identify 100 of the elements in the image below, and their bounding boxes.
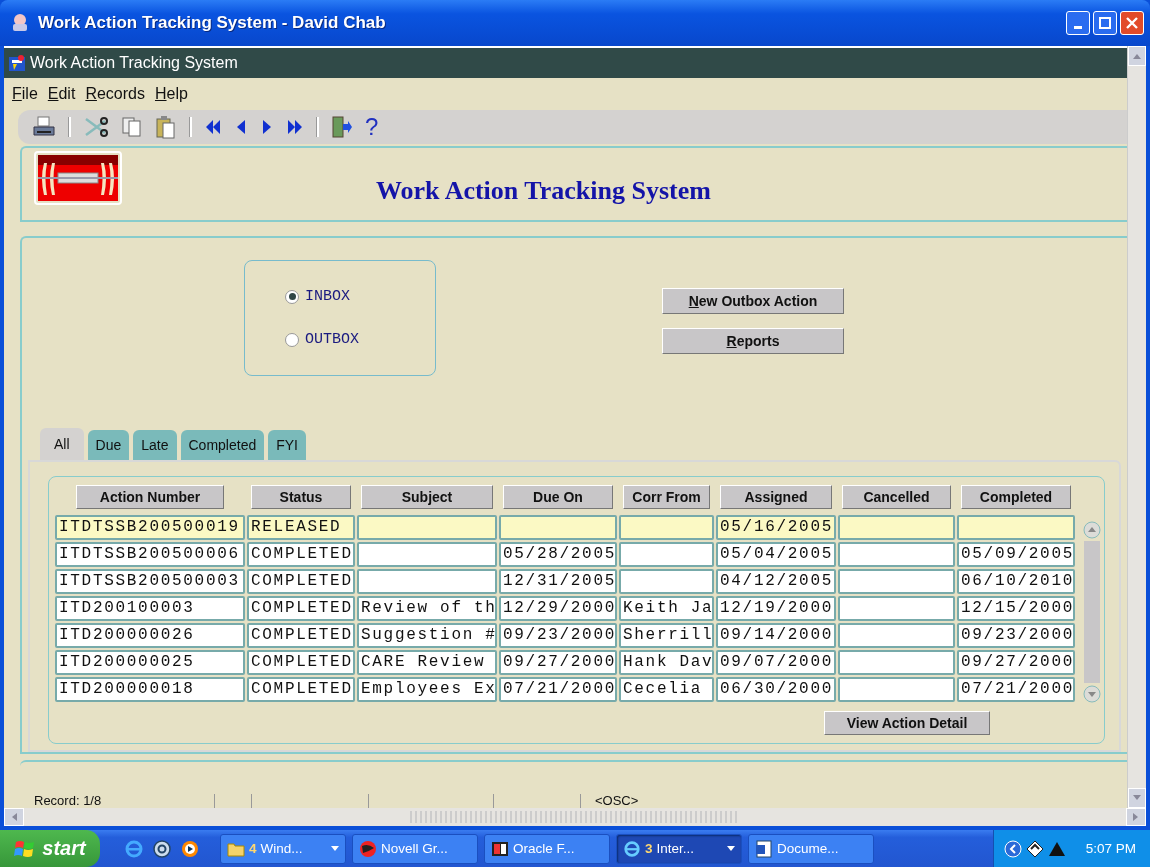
table-cell[interactable]: COMPLETED (247, 569, 355, 594)
table-cell[interactable]: Keith Ja (619, 596, 714, 621)
table-cell[interactable]: Sherrill (619, 623, 714, 648)
table-cell[interactable]: 04/12/2005 (716, 569, 836, 594)
scroll-right-icon[interactable] (1132, 812, 1140, 822)
scroll-left-icon[interactable] (10, 812, 18, 822)
printer-icon[interactable] (32, 116, 56, 138)
vertical-scrollbar[interactable] (1127, 46, 1146, 808)
table-cell[interactable]: 05/28/2005 (499, 542, 617, 567)
chevron-icon[interactable] (1003, 839, 1022, 858)
scissors-icon[interactable] (83, 116, 109, 138)
table-cell[interactable]: 07/21/2000 (499, 677, 617, 702)
table-cell[interactable] (357, 542, 497, 567)
table-cell[interactable]: 06/10/2010 (957, 569, 1075, 594)
table-cell[interactable]: ITDTSSB200500019 (55, 515, 245, 540)
table-cell[interactable] (499, 515, 617, 540)
table-cell[interactable]: 09/23/2000 (499, 623, 617, 648)
table-cell[interactable] (838, 623, 955, 648)
first-record-icon[interactable] (204, 118, 222, 136)
horizontal-scrollbar[interactable] (4, 808, 1146, 826)
taskbar-button[interactable]: Novell Gr... (352, 833, 478, 864)
action-button[interactable]: New Outbox Action (662, 288, 844, 314)
scroll-up-icon[interactable] (1083, 521, 1101, 539)
column-header[interactable]: Status (251, 485, 351, 509)
table-cell[interactable]: Cecelia (619, 677, 714, 702)
column-header[interactable]: Completed (961, 485, 1071, 509)
table-cell[interactable]: ITD200000026 (55, 623, 245, 648)
scroll-down-icon[interactable] (1083, 685, 1101, 703)
table-cell[interactable]: COMPLETED (247, 650, 355, 675)
close-button[interactable] (1120, 11, 1144, 35)
network-icon[interactable] (1025, 839, 1044, 858)
tab[interactable]: FYI (268, 430, 306, 460)
table-cell[interactable]: ITD200100003 (55, 596, 245, 621)
menu-item[interactable]: Records (85, 85, 145, 103)
table-cell[interactable] (838, 569, 955, 594)
column-header[interactable]: Cancelled (842, 485, 951, 509)
mailbox-radio[interactable]: OUTBOX (285, 331, 435, 348)
paste-icon[interactable] (155, 115, 177, 139)
menu-item[interactable]: Edit (47, 85, 76, 103)
table-cell[interactable]: 05/04/2005 (716, 542, 836, 567)
menu-item[interactable]: File (12, 85, 38, 103)
table-cell[interactable] (838, 542, 955, 567)
table-cell[interactable]: ITD200000025 (55, 650, 245, 675)
table-cell[interactable]: 05/16/2005 (716, 515, 836, 540)
tab[interactable]: Due (87, 430, 130, 460)
table-cell[interactable] (838, 596, 955, 621)
browser-icon[interactable] (124, 838, 144, 859)
table-cell[interactable]: COMPLETED (247, 623, 355, 648)
table-cell[interactable]: 09/07/2000 (716, 650, 836, 675)
table-cell[interactable]: 09/27/2000 (957, 650, 1075, 675)
taskbar-button[interactable]: 3 Inter... (616, 833, 742, 864)
table-cell[interactable]: COMPLETED (247, 596, 355, 621)
table-cell[interactable] (838, 515, 955, 540)
table-cell[interactable]: ITDTSSB200500003 (55, 569, 245, 594)
view-detail-button[interactable]: View Action Detail (824, 711, 990, 735)
last-record-icon[interactable] (286, 118, 304, 136)
taskbar-button[interactable]: Docume... (748, 833, 874, 864)
table-cell[interactable]: ITD200000018 (55, 677, 245, 702)
taskbar-button[interactable]: Oracle F... (484, 833, 610, 864)
table-cell[interactable] (619, 569, 714, 594)
tab[interactable]: All (40, 428, 84, 460)
maximize-button[interactable] (1093, 11, 1117, 35)
table-cell[interactable]: 09/23/2000 (957, 623, 1075, 648)
mailbox-radio[interactable]: INBOX (285, 288, 435, 305)
table-cell[interactable]: 12/19/2000 (716, 596, 836, 621)
table-cell[interactable] (838, 677, 955, 702)
table-cell[interactable]: 05/09/2005 (957, 542, 1075, 567)
table-cell[interactable] (619, 542, 714, 567)
tab[interactable]: Completed (180, 430, 265, 460)
table-cell[interactable]: 12/29/2000 (499, 596, 617, 621)
table-cell[interactable]: Review of th (357, 596, 497, 621)
table-cell[interactable]: 09/27/2000 (499, 650, 617, 675)
table-cell[interactable]: COMPLETED (247, 677, 355, 702)
table-scrollbar[interactable] (1083, 521, 1101, 703)
table-cell[interactable]: Employees Ex (357, 677, 497, 702)
column-header[interactable]: Corr From (623, 485, 710, 509)
table-cell[interactable]: 07/21/2000 (957, 677, 1075, 702)
table-cell[interactable] (357, 569, 497, 594)
table-cell[interactable]: 12/15/2000 (957, 596, 1075, 621)
column-header[interactable]: Due On (503, 485, 613, 509)
column-header[interactable]: Action Number (76, 485, 224, 509)
menu-item[interactable]: Help (154, 85, 188, 103)
table-cell[interactable]: CARE Review (357, 650, 497, 675)
column-header[interactable]: Assigned (720, 485, 832, 509)
column-header[interactable]: Subject (361, 485, 493, 509)
table-cell[interactable]: 12/31/2005 (499, 569, 617, 594)
warning-icon[interactable] (1047, 840, 1066, 857)
table-cell[interactable]: ITDTSSB200500006 (55, 542, 245, 567)
tab[interactable]: Late (133, 430, 177, 460)
scroll-up-icon[interactable] (1132, 52, 1142, 60)
table-cell[interactable]: COMPLETED (247, 542, 355, 567)
action-button[interactable]: Reports (662, 328, 844, 354)
help-icon[interactable]: ? (365, 115, 379, 139)
media-player-icon[interactable] (180, 838, 200, 859)
copy-icon[interactable] (121, 116, 143, 138)
table-cell[interactable]: Hank Dav (619, 650, 714, 675)
table-cell[interactable]: 06/30/2000 (716, 677, 836, 702)
minimize-button[interactable] (1066, 11, 1090, 35)
table-cell[interactable] (357, 515, 497, 540)
table-cell[interactable] (838, 650, 955, 675)
